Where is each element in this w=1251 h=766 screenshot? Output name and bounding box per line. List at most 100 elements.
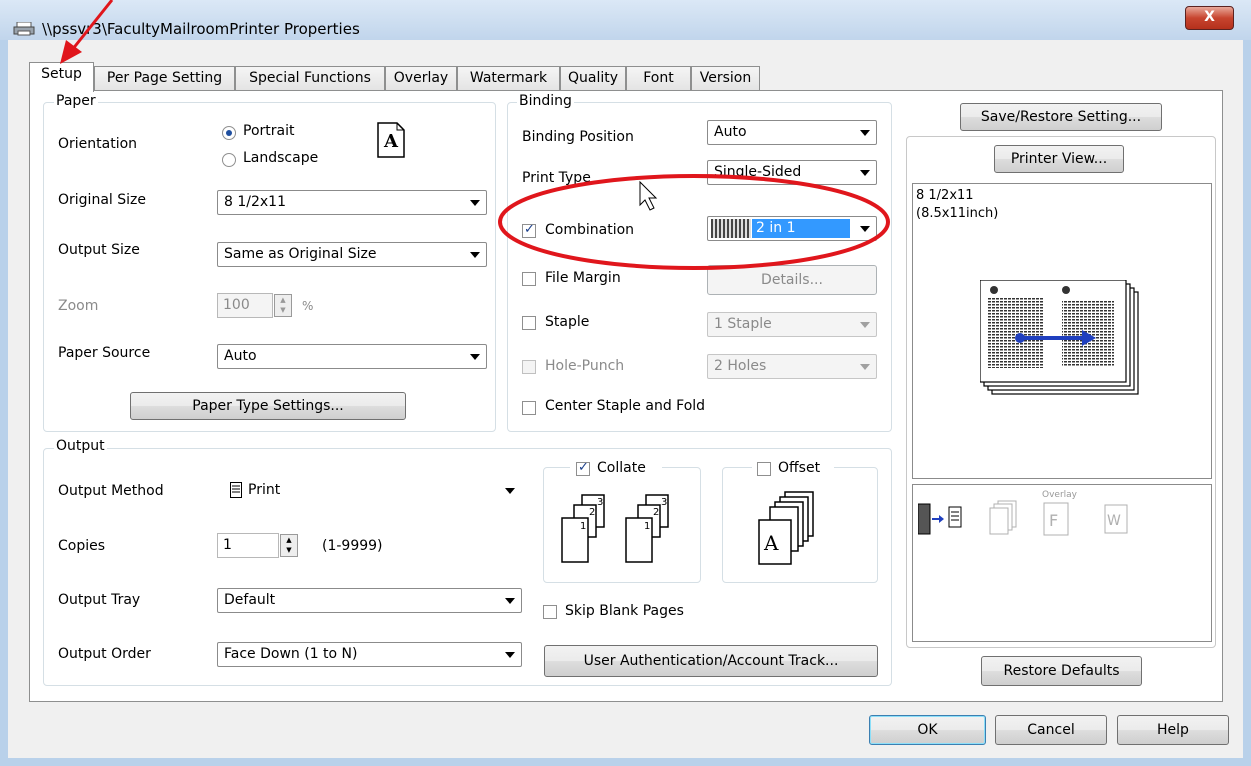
copies-value: 1 — [223, 537, 232, 553]
combination-value: 2 in 1 — [756, 220, 796, 236]
spin-down-icon: ▼ — [286, 546, 292, 554]
center-staple-label[interactable]: Center Staple and Fold — [545, 398, 705, 414]
skip-blank-pages-label[interactable]: Skip Blank Pages — [565, 603, 684, 619]
user-authentication-button[interactable]: User Authentication/Account Track... — [544, 645, 878, 677]
tab-quality[interactable]: Quality — [560, 66, 626, 90]
combination-checkbox[interactable]: ✓ — [522, 222, 536, 238]
print-type-value: Single-Sided — [714, 164, 802, 180]
landscape-label[interactable]: Landscape — [243, 150, 318, 166]
hole-punch-checkbox[interactable] — [522, 360, 536, 374]
help-button[interactable]: Help — [1117, 715, 1229, 745]
button-label: Cancel — [1027, 722, 1075, 738]
copies-spinner[interactable]: ▲ ▼ — [280, 534, 298, 557]
offset-label[interactable]: Offset — [778, 460, 820, 476]
hole-punch-dropdown[interactable]: 2 Holes — [707, 354, 877, 379]
collate-label[interactable]: Collate — [597, 460, 646, 476]
details-button[interactable]: Details... — [707, 265, 877, 295]
skip-blank-pages-checkbox[interactable] — [543, 605, 557, 619]
ok-button[interactable]: OK — [869, 715, 986, 745]
output-size-dropdown[interactable]: Same as Original Size — [217, 242, 487, 267]
zoom-label: Zoom — [58, 298, 99, 314]
preview-paper-size: 8 1/2x11 — [916, 188, 974, 203]
printer-icon — [13, 22, 35, 36]
orientation-label: Orientation — [58, 136, 138, 152]
combination-label[interactable]: Combination — [545, 222, 634, 238]
tab-font[interactable]: Font — [626, 66, 691, 90]
close-button[interactable]: X — [1185, 6, 1234, 30]
button-label: Restore Defaults — [1003, 663, 1120, 679]
checkmark-icon: ✓ — [578, 460, 589, 475]
tab-setup[interactable]: Setup — [29, 62, 94, 92]
chevron-down-icon — [505, 488, 515, 494]
tab-label: Overlay — [393, 70, 449, 86]
binding-legend: Binding — [517, 93, 574, 109]
paper-legend: Paper — [54, 93, 98, 109]
original-size-dropdown[interactable]: 8 1/2x11 — [217, 190, 487, 215]
binding-position-label: Binding Position — [522, 129, 634, 145]
save-restore-setting-button[interactable]: Save/Restore Setting... — [960, 103, 1162, 131]
button-label: Save/Restore Setting... — [980, 109, 1142, 125]
staple-label[interactable]: Staple — [545, 314, 589, 330]
hole-punch-label: Hole-Punch — [545, 358, 625, 374]
copies-input[interactable]: 1 — [217, 533, 279, 558]
chevron-down-icon — [860, 364, 870, 370]
combination-dropdown[interactable]: 2 in 1 — [707, 216, 877, 241]
output-method-label: Output Method — [58, 483, 164, 499]
output-method-dropdown[interactable]: Print — [217, 478, 522, 503]
chevron-down-icon — [860, 322, 870, 328]
binding-position-value: Auto — [714, 124, 747, 140]
offset-stack-icon: A — [758, 491, 814, 565]
svg-text:3: 3 — [661, 497, 667, 508]
tab-label: Setup — [41, 66, 82, 82]
offset-checkbox[interactable] — [757, 462, 771, 476]
title-bar[interactable]: \\pssvr3\FacultyMailroomPrinter Properti… — [0, 0, 1251, 40]
collate-pages-icon: 321 321 — [561, 494, 669, 563]
print-type-dropdown[interactable]: Single-Sided — [707, 160, 877, 185]
staple-value: 1 Staple — [714, 316, 772, 332]
hole-punch-value: 2 Holes — [714, 358, 767, 374]
cancel-button[interactable]: Cancel — [995, 715, 1107, 745]
svg-text:2: 2 — [653, 507, 659, 518]
chevron-down-icon — [860, 170, 870, 176]
tab-version[interactable]: Version — [691, 66, 760, 90]
output-tray-dropdown[interactable]: Default — [217, 588, 522, 613]
portrait-label[interactable]: Portrait — [243, 123, 294, 139]
chevron-down-icon — [860, 226, 870, 232]
paper-source-dropdown[interactable]: Auto — [217, 344, 487, 369]
chevron-down-icon — [505, 598, 515, 604]
zoom-value: 100 — [223, 297, 250, 313]
portrait-radio[interactable] — [222, 126, 236, 140]
overlay-form-icon: F — [1043, 502, 1069, 536]
tab-special-functions[interactable]: Special Functions — [235, 66, 385, 90]
binding-position-dropdown[interactable]: Auto — [707, 120, 877, 145]
svg-text:1: 1 — [580, 521, 586, 532]
spin-down-icon: ▼ — [280, 306, 286, 314]
button-label: OK — [917, 722, 938, 738]
staple-dropdown[interactable]: 1 Staple — [707, 312, 877, 337]
file-margin-checkbox[interactable] — [522, 272, 536, 286]
tab-watermark[interactable]: Watermark — [457, 66, 560, 90]
collate-checkbox[interactable]: ✓ — [576, 460, 590, 476]
output-order-value: Face Down (1 to N) — [224, 646, 358, 662]
zoom-unit: % — [302, 299, 314, 313]
staple-checkbox[interactable] — [522, 316, 536, 330]
landscape-radio[interactable] — [222, 153, 236, 167]
center-staple-checkbox[interactable] — [522, 401, 536, 415]
zoom-input[interactable]: 100 — [217, 293, 273, 318]
file-margin-label[interactable]: File Margin — [545, 270, 621, 286]
svg-text:F: F — [1049, 511, 1058, 530]
output-order-label: Output Order — [58, 646, 151, 662]
tab-overlay[interactable]: Overlay — [385, 66, 457, 90]
chevron-down-icon — [470, 252, 480, 258]
paper-type-settings-button[interactable]: Paper Type Settings... — [130, 392, 406, 420]
output-size-value: Same as Original Size — [224, 246, 377, 262]
output-order-dropdown[interactable]: Face Down (1 to N) — [217, 642, 522, 667]
printer-view-button[interactable]: Printer View... — [994, 145, 1124, 173]
output-method-value: Print — [248, 482, 281, 498]
zoom-spinner[interactable]: ▲ ▼ — [274, 294, 292, 317]
tab-per-page-setting[interactable]: Per Page Setting — [94, 66, 235, 90]
tab-label: Version — [699, 70, 752, 86]
button-label: User Authentication/Account Track... — [583, 653, 839, 669]
restore-defaults-button[interactable]: Restore Defaults — [981, 656, 1142, 686]
tab-label: Per Page Setting — [106, 70, 223, 86]
